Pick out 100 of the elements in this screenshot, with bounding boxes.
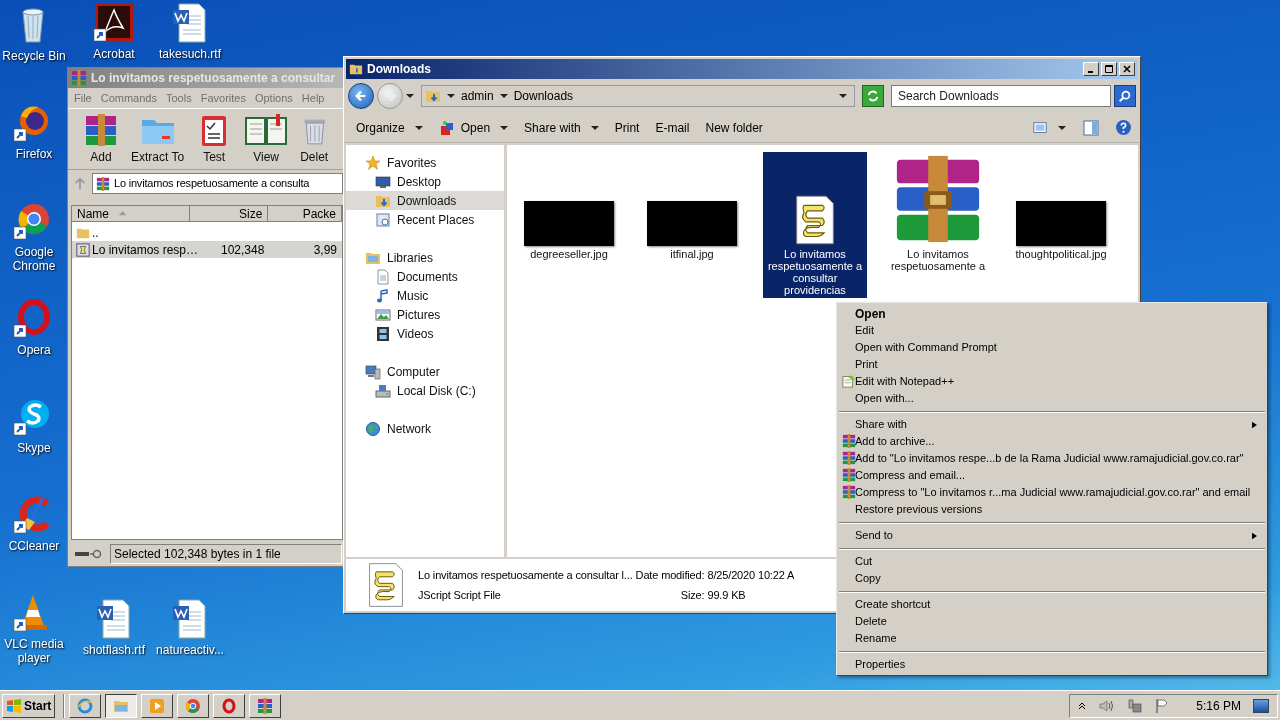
file-tile[interactable]: itfinal.jpg (640, 152, 744, 262)
music-note-icon (375, 287, 391, 304)
start-button[interactable]: Start (2, 693, 56, 718)
breadcrumb-item[interactable]: admin (461, 87, 494, 105)
desktop-shortcut[interactable]: Recycle Bin (2, 4, 66, 63)
menu-item[interactable]: Compress to "Lo invitamos r...ma Judicial www.ramajudicial.gov.co.rar" and email (839, 484, 1265, 501)
window-title: Lo invitamos respetuosamente a consultar (91, 70, 336, 87)
archive-row[interactable]: .. (72, 224, 342, 241)
file-tile[interactable]: thoughtpolitical.jpg (1009, 152, 1113, 262)
nav-item[interactable]: Downloads (346, 191, 504, 210)
desktop-shortcut[interactable]: Skype (2, 396, 66, 455)
toolbar-button[interactable]: Add (80, 112, 122, 166)
menu-item[interactable]: Open (839, 305, 1265, 322)
search-field[interactable]: Search Downloads (891, 85, 1111, 107)
window-title: Downloads (367, 61, 432, 78)
minimize-button[interactable] (1083, 62, 1099, 76)
menu-item[interactable]: Open with... (839, 390, 1265, 407)
toolbar-button[interactable]: Delet (297, 112, 332, 166)
menu-item[interactable]: Edit (839, 322, 1265, 339)
file-tile[interactable]: Lo invitamos respetuosamente a (886, 152, 990, 274)
nav-item[interactable]: Recent Places (346, 210, 504, 229)
open-app-icon (438, 119, 455, 136)
menu-item[interactable]: Properties (839, 656, 1265, 673)
menu-item[interactable]: Print (839, 356, 1265, 373)
nav-item[interactable]: Documents (346, 267, 504, 286)
view-icon (1032, 120, 1048, 135)
document-icon (375, 268, 391, 285)
speaker-icon (1098, 697, 1115, 714)
menu-item[interactable]: Send to (839, 527, 1265, 544)
path-field[interactable]: Lo invitamos respetuosamente a consulta (92, 173, 343, 194)
nav-item[interactable]: Local Disk (C:) (346, 381, 504, 400)
desktop-shortcut[interactable]: Opera (2, 298, 66, 357)
column-header[interactable]: Name (72, 206, 190, 222)
chevron-up-icon (1078, 701, 1087, 710)
file-tile[interactable]: degreeseller.jpg (517, 152, 621, 262)
nav-item[interactable]: Favorites (346, 153, 504, 172)
address-bar[interactable]: admin Downloads (421, 85, 855, 107)
nav-item[interactable]: Pictures (346, 305, 504, 324)
menu-item[interactable]: Add to archive... (839, 433, 1265, 450)
menu-item[interactable]: Open with Command Prompt (839, 339, 1265, 356)
command-button[interactable]: Organize (350, 115, 429, 140)
file-name: degreeseller.jpg (529, 248, 609, 260)
caret-icon (499, 92, 508, 100)
desktop-shortcut[interactable]: shotflash.rtf (76, 598, 152, 657)
menu-item[interactable]: Share with (839, 416, 1265, 433)
script-file-icon (366, 562, 406, 608)
menu-item[interactable]: Copy (839, 570, 1265, 587)
nav-item[interactable]: Libraries (346, 248, 504, 267)
desktop-shortcut[interactable]: VLC media player (2, 592, 66, 665)
nav-item[interactable]: Desktop (346, 172, 504, 191)
toolbar-button[interactable]: Test (193, 112, 236, 166)
up-arrow-icon (73, 176, 87, 191)
file-name: .. (92, 224, 99, 242)
command-button[interactable]: E-mail (649, 115, 696, 140)
column-header[interactable]: Size (189, 206, 269, 222)
file-name: Lo invitamos resp… (92, 241, 199, 259)
refresh-button[interactable] (862, 85, 884, 107)
desktop-shortcut[interactable]: Firefox (2, 102, 66, 161)
command-button[interactable]: Open (432, 115, 515, 140)
menu-item[interactable]: Delete (839, 613, 1265, 630)
search-button[interactable] (1114, 85, 1136, 107)
close-button[interactable] (1119, 62, 1135, 76)
caret-icon (406, 92, 414, 100)
toolbar-button[interactable]: Extract To (128, 112, 188, 166)
status-text: Selected 102,348 bytes in 1 file (110, 544, 342, 564)
books-icon (71, 70, 87, 86)
desktop-shortcut[interactable]: CCleaner (2, 494, 66, 553)
file-size: 102,348 (221, 242, 265, 257)
desktop-shortcut[interactable]: takesuch.rtf (152, 2, 228, 61)
menu-item[interactable]: Create shortcut (839, 596, 1265, 613)
breadcrumb-item[interactable]: Downloads (513, 87, 574, 105)
taskbar-app[interactable] (105, 693, 138, 718)
caret-icon (1058, 123, 1066, 132)
caret-icon (447, 92, 455, 100)
menu-item[interactable]: Cut (839, 553, 1265, 570)
file-tile[interactable]: Lo invitamos respetuosamente a consultar providencias (763, 152, 867, 298)
back-button[interactable] (348, 83, 374, 109)
nav-item[interactable]: Videos (346, 324, 504, 343)
caret-icon (500, 123, 509, 132)
nav-item[interactable]: Network (346, 419, 504, 438)
command-button[interactable]: New folder (699, 115, 769, 140)
command-button[interactable]: Print (608, 115, 646, 140)
desktop-shortcut[interactable]: Google Chrome (2, 200, 66, 273)
command-button[interactable]: Share with (518, 115, 605, 140)
menu-item[interactable]: Compress and email... (839, 467, 1265, 484)
column-header[interactable]: Packe (268, 206, 342, 222)
desktop-shortcut[interactable]: natureactiv... (152, 598, 228, 657)
file-type: JScript Script File (418, 588, 502, 603)
menu-item[interactable]: Rename (839, 630, 1265, 647)
maximize-button[interactable] (1101, 62, 1117, 76)
toolbar-button[interactable]: View (241, 112, 292, 166)
show-desktop-button[interactable] (1253, 698, 1269, 713)
archive-row[interactable]: Lo invitamos resp… 102,348 3,99 (72, 241, 342, 258)
network-globe-icon (365, 420, 381, 437)
desktop-shortcut[interactable]: Acrobat (76, 2, 152, 61)
menu-item[interactable]: Edit with Notepad++ (839, 373, 1265, 390)
menu-item[interactable]: Restore previous versions (839, 501, 1265, 518)
nav-item[interactable]: Computer (346, 362, 504, 381)
nav-item[interactable]: Music (346, 286, 504, 305)
menu-item[interactable]: Add to "Lo invitamos respe...b de la Rama Judicial www.ramajudicial.gov.co.rar" (839, 450, 1265, 467)
